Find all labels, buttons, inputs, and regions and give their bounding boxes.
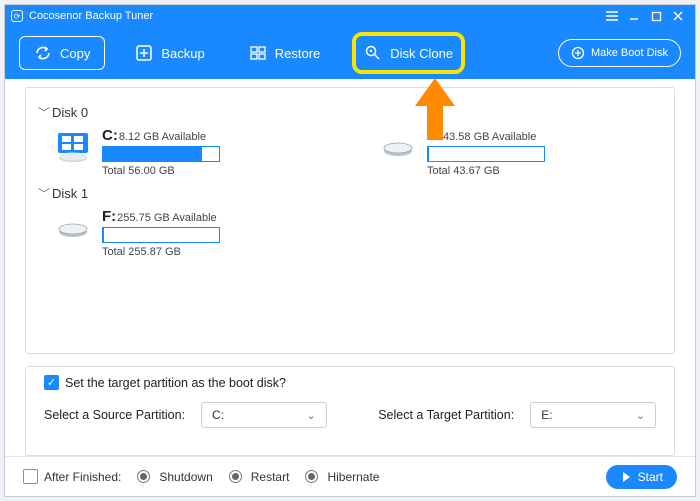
system-disk-icon (56, 131, 90, 165)
partition-f-usage-bar (102, 227, 220, 243)
boot-disk-checkbox-label: Set the target partition as the boot dis… (65, 376, 286, 390)
source-partition-dropdown[interactable]: C: ⌄ (201, 402, 327, 428)
target-partition-label: Select a Target Partition: (378, 408, 514, 422)
main-area: ﹀ Disk 0 C:8.12 GB Available (5, 79, 695, 456)
title-bar: ⟳ Cocosenor Backup Tuner (5, 5, 695, 27)
partition-f-letter: F: (102, 208, 116, 225)
disk-0-header[interactable]: ﹀ Disk 0 (38, 104, 656, 121)
restore-label: Restore (275, 46, 321, 61)
disk-icon (56, 212, 90, 246)
backup-icon (135, 44, 153, 62)
app-title: Cocosenor Backup Tuner (29, 10, 153, 22)
chevron-down-icon: ⌄ (636, 409, 645, 422)
restore-button[interactable]: Restore (241, 36, 329, 70)
shutdown-radio[interactable] (137, 470, 150, 483)
partition-e-available: 43.58 GB Available (443, 131, 536, 143)
partition-f-available: 255.75 GB Available (117, 212, 216, 224)
bottom-bar: After Finished: Shutdown Restart Hiberna… (5, 456, 695, 496)
partition-c-total: Total 56.00 GB (102, 165, 331, 177)
source-disk-panel: ﹀ Disk 0 C:8.12 GB Available (25, 87, 675, 354)
disk-clone-label: Disk Clone (390, 46, 453, 61)
app-logo-icon: ⟳ (11, 10, 23, 22)
copy-icon (34, 44, 52, 62)
partition-e-usage-bar (427, 146, 545, 162)
disk-icon (381, 131, 415, 165)
partition-c-available: 8.12 GB Available (119, 131, 206, 143)
after-finished-checkbox[interactable] (23, 469, 38, 484)
close-button[interactable] (667, 7, 689, 25)
target-panel: ✓ Set the target partition as the boot d… (25, 366, 675, 456)
disk-1-label: Disk 1 (52, 186, 88, 201)
disk-clone-button[interactable]: Disk Clone (356, 36, 461, 70)
restart-label: Restart (251, 470, 290, 484)
shutdown-label: Shutdown (159, 470, 212, 484)
backup-button[interactable]: Backup (127, 36, 212, 70)
chevron-down-icon: ﹀ (38, 185, 50, 202)
disk-0-label: Disk 0 (52, 105, 88, 120)
plus-circle-icon (571, 46, 585, 60)
partition-e-total: Total 43.67 GB (427, 165, 656, 177)
backup-label: Backup (161, 46, 204, 61)
restore-icon (249, 44, 267, 62)
disk-1-header[interactable]: ﹀ Disk 1 (38, 185, 656, 202)
partition-c-letter: C: (102, 127, 118, 144)
app-window: ⟳ Cocosenor Backup Tuner Copy Backup (4, 4, 696, 497)
menu-button[interactable] (601, 7, 623, 25)
copy-label: Copy (60, 46, 90, 61)
start-label: Start (638, 470, 663, 484)
boot-disk-checkbox[interactable]: ✓ (44, 375, 59, 390)
disk-clone-icon (364, 44, 382, 62)
copy-button[interactable]: Copy (19, 36, 105, 70)
play-icon (620, 471, 632, 483)
chevron-down-icon: ﹀ (38, 104, 50, 121)
partition-c-usage-bar (102, 146, 220, 162)
make-boot-label: Make Boot Disk (591, 47, 668, 59)
chevron-down-icon: ⌄ (307, 409, 316, 422)
minimize-button[interactable] (623, 7, 645, 25)
maximize-button[interactable] (645, 7, 667, 25)
partition-f[interactable]: F:255.75 GB Available Total 255.87 GB (56, 208, 336, 258)
partition-e[interactable]: E:43.58 GB Available Total 43.67 GB (381, 127, 656, 177)
restart-radio[interactable] (229, 470, 242, 483)
main-toolbar: Copy Backup Restore Disk Clone Make Boo (5, 27, 695, 79)
make-boot-disk-button[interactable]: Make Boot Disk (558, 39, 681, 67)
start-button[interactable]: Start (606, 465, 677, 489)
partition-c[interactable]: C:8.12 GB Available Total 56.00 GB (56, 127, 331, 177)
hibernate-label: Hibernate (327, 470, 379, 484)
source-partition-label: Select a Source Partition: (44, 408, 185, 422)
target-partition-value: E: (541, 408, 552, 422)
hibernate-radio[interactable] (305, 470, 318, 483)
after-finished-label: After Finished: (44, 470, 121, 484)
partition-f-total: Total 255.87 GB (102, 246, 336, 258)
source-partition-value: C: (212, 408, 224, 422)
target-partition-dropdown[interactable]: E: ⌄ (530, 402, 656, 428)
partition-e-letter: E: (427, 127, 442, 144)
